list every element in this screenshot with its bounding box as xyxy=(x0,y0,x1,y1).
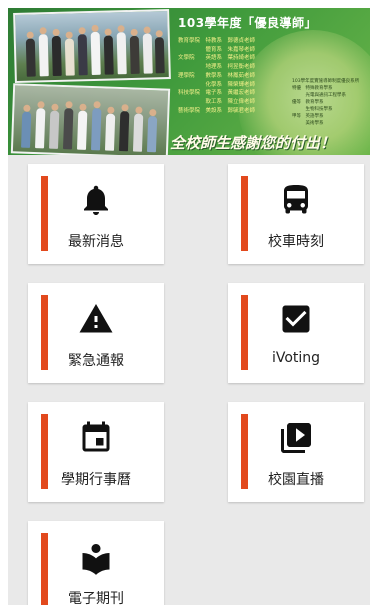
tile-campus-live[interactable]: 校園直播 xyxy=(228,402,364,502)
roster-line: 體育系 朱嘉琴老師 xyxy=(178,46,256,53)
tile-e-journal[interactable]: 電子期刊 xyxy=(28,521,164,605)
roster-line: 文學院 英語系 葉詩綺老師 xyxy=(178,55,256,62)
roster-line: 藝術學院 美設系 鄭毓君老師 xyxy=(178,107,256,114)
bus-icon xyxy=(278,182,314,218)
note-line: 光電與通訊工程學系 xyxy=(292,93,346,98)
note-line: 特優 特殊教育學系 xyxy=(292,86,333,91)
book-reader-icon xyxy=(78,541,114,577)
roster-line: 教育學院 特教系 鄭德貞老師 xyxy=(178,38,256,44)
note-line: 103學年度實施導師制度優良系所 xyxy=(292,79,360,84)
note-line: 生物科技學系 xyxy=(292,107,333,112)
roster-line: 科技學院 電子系 黃繼宏老師 xyxy=(178,90,256,97)
tile-label: 緊急通報 xyxy=(68,353,124,369)
bell-icon xyxy=(78,182,114,218)
tile-label: iVoting xyxy=(271,350,321,366)
banner-photo-group-1 xyxy=(13,8,171,84)
tile-label: 電子期刊 xyxy=(68,591,124,605)
note-line: 優等 教育學系 xyxy=(292,100,324,105)
tile-label: 最新消息 xyxy=(68,234,124,250)
teacher-award-banner[interactable]: 103學年度「優良導師」 教育學院 特教系 鄭德貞老師 體育系 朱嘉琴老師 文學… xyxy=(8,8,370,155)
banner-photo-group-2 xyxy=(10,83,171,155)
tile-emergency-report[interactable]: 緊急通報 xyxy=(28,283,164,383)
app-screen: 103學年度「優良導師」 教育學院 特教系 鄭德貞老師 體育系 朱嘉琴老師 文學… xyxy=(8,8,370,605)
banner-title: 103學年度「優良導師」 xyxy=(178,16,318,30)
tile-label: 校園直播 xyxy=(268,472,324,488)
banner-slogan: 全校師生感謝您的付出！ xyxy=(170,134,336,152)
warning-icon xyxy=(78,301,114,337)
tile-label: 校車時刻 xyxy=(268,234,324,250)
tile-latest-news[interactable]: 最新消息 xyxy=(28,164,164,264)
roster-line: 化學系 陳榮輝老師 xyxy=(178,81,256,88)
roster-line: 地理系 柯昱衡老師 xyxy=(178,64,256,71)
roster-line: 理學院 數學系 林鳳茹老師 xyxy=(178,72,256,79)
roster-line: 軟工系 陳立偉老師 xyxy=(178,98,256,105)
banner-teacher-roster: 教育學院 特教系 鄭德貞老師 體育系 朱嘉琴老師 文學院 英語系 葉詩綺老師 地… xyxy=(178,37,283,115)
checkbox-icon xyxy=(278,301,314,337)
tile-bus-schedule[interactable]: 校車時刻 xyxy=(228,164,364,264)
video-library-icon xyxy=(278,420,314,456)
banner-department-note: 103學年度實施導師制度優良系所 特優 特殊教育學系 光電與通訊工程學系 優等 … xyxy=(292,78,368,127)
note-line: 甲等 英語學系 xyxy=(292,114,324,119)
note-line: 美術學系 xyxy=(292,121,324,126)
tile-semester-calendar[interactable]: 學期行事曆 xyxy=(28,402,164,502)
tile-ivoting[interactable]: iVoting xyxy=(228,283,364,383)
tile-label: 學期行事曆 xyxy=(61,472,131,488)
calendar-icon xyxy=(78,420,114,456)
